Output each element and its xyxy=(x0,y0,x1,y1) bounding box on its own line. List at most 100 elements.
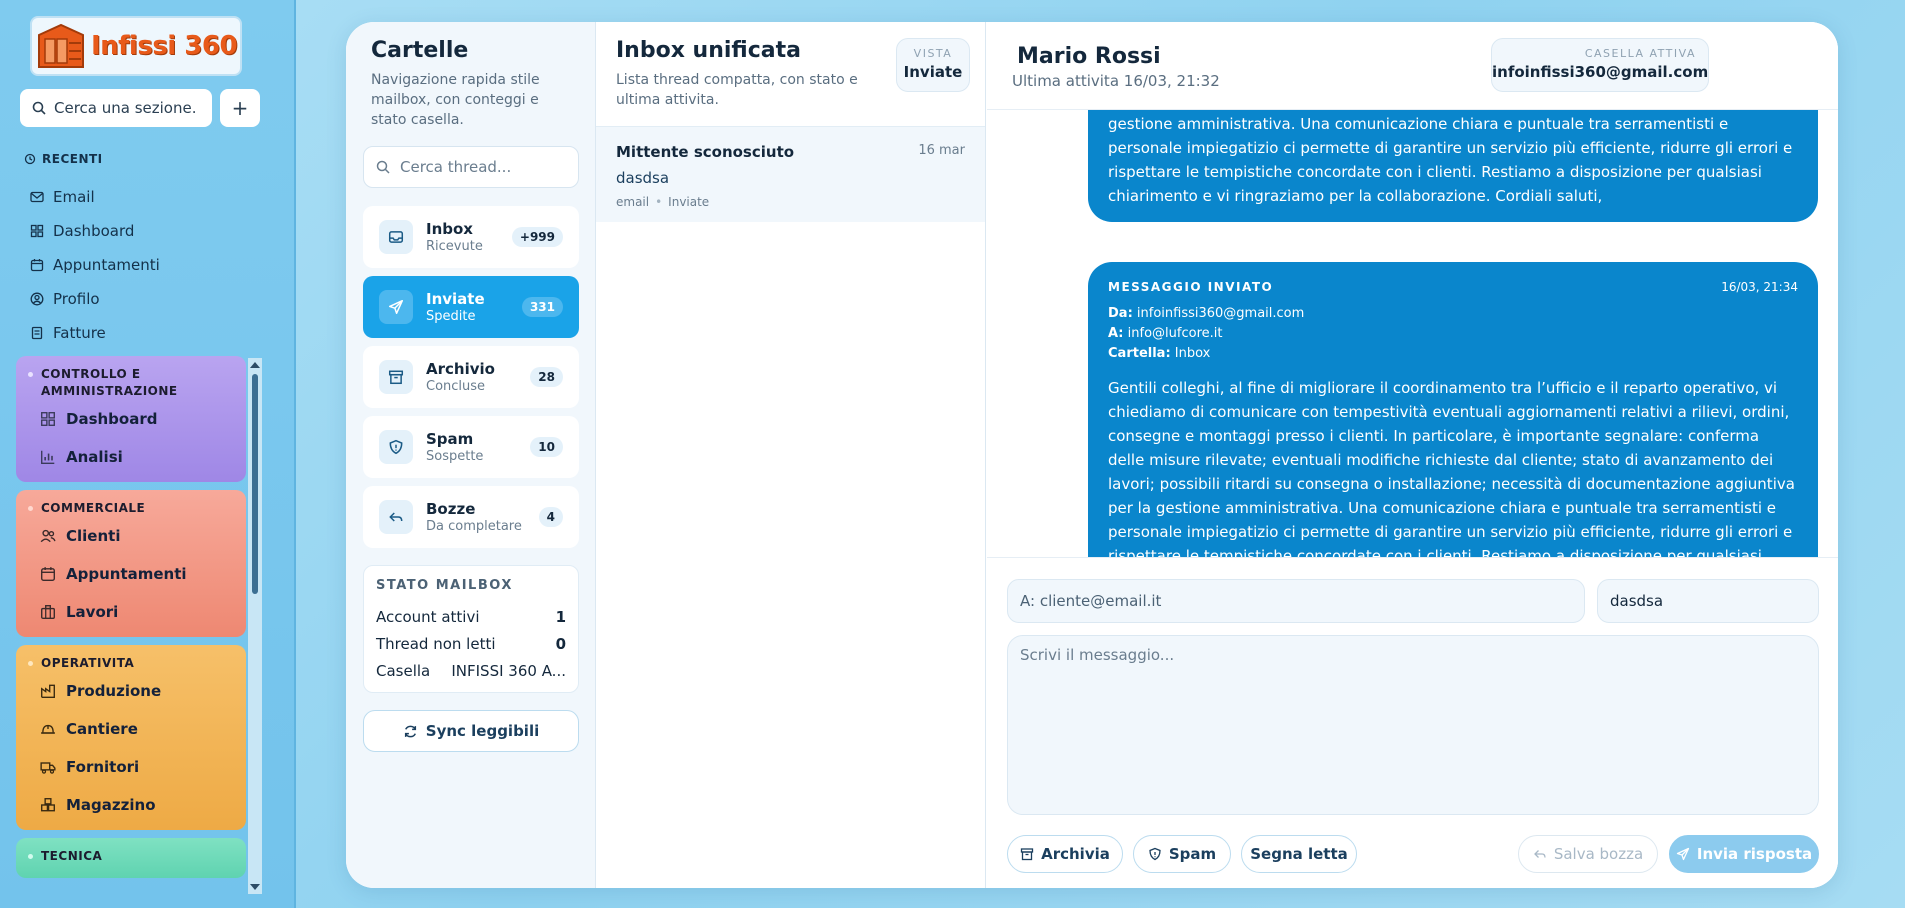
threads-panel: Inbox unificata Lista thread compatta, c… xyxy=(596,22,986,888)
scroll-up-arrow-icon[interactable] xyxy=(250,362,260,368)
recent-item-appuntamenti[interactable]: Appuntamenti xyxy=(30,248,160,282)
folder-icon-box xyxy=(379,430,413,464)
search-icon xyxy=(32,101,46,115)
subject-input[interactable]: dasdsa xyxy=(1597,579,1819,623)
folder-bozze[interactable]: Bozze Da completare 4 xyxy=(363,486,579,548)
folder-desc: Spedite xyxy=(426,309,476,324)
folder-inbox[interactable]: Inbox Ricevute +999 xyxy=(363,206,579,268)
scroll-down-arrow-icon[interactable] xyxy=(250,884,260,890)
dot-icon xyxy=(28,661,33,666)
recent-item-email[interactable]: Email xyxy=(30,180,160,214)
message-meta: Da: infoinfissi360@gmail.com A: info@luf… xyxy=(1108,306,1305,361)
folder-inviate[interactable]: Inviate Spedite 331 xyxy=(363,276,579,338)
window-frame-logo-icon xyxy=(35,21,87,71)
message-label: MESSAGGIO INVIATO xyxy=(1108,280,1274,294)
message-header: Mario Rossi Ultima attivita 16/03, 21:32… xyxy=(987,22,1838,110)
folders-panel: Cartelle Navigazione rapida stile mailbo… xyxy=(346,22,596,888)
folder-name: Archivio xyxy=(426,360,495,378)
sync-button[interactable]: Sync leggibili xyxy=(363,710,579,752)
folder-count-badge: 10 xyxy=(530,437,563,457)
user-circle-icon xyxy=(30,292,44,306)
folder-text: Inviate Spedite xyxy=(426,290,522,324)
folder-icon-box xyxy=(379,500,413,534)
view-selector[interactable]: VISTA Inviate xyxy=(896,38,970,92)
nav-group-controllo: CONTROLLO E AMMINISTRAZIONE Dashboard An… xyxy=(16,356,246,482)
folder-archivio[interactable]: Archivio Concluse 28 xyxy=(363,346,579,408)
nav-item-dashboard[interactable]: Dashboard xyxy=(28,400,234,438)
message-textarea[interactable]: Scrivi il messaggio... xyxy=(1007,635,1819,815)
nav-item-produzione[interactable]: Produzione xyxy=(28,672,234,710)
nav-groups: CONTROLLO E AMMINISTRAZIONE Dashboard An… xyxy=(16,356,246,896)
save-draft-button[interactable]: Salva bozza xyxy=(1518,835,1658,873)
message-thread-scroll[interactable]: gestione amministrativa. Una comunicazio… xyxy=(987,110,1838,557)
spam-button[interactable]: Spam xyxy=(1133,835,1231,873)
thread-search-input[interactable]: Cerca thread... xyxy=(363,146,579,188)
nav-item-analisi[interactable]: Analisi xyxy=(28,438,234,476)
status-row-accounts: Account attivi 1 xyxy=(376,607,566,626)
mark-read-button[interactable]: Segna letta xyxy=(1241,835,1357,873)
nav-group-title[interactable]: CONTROLLO E AMMINISTRAZIONE xyxy=(28,366,234,400)
recent-item-fatture[interactable]: Fatture xyxy=(30,316,160,350)
dot-icon xyxy=(28,506,33,511)
nav-group-title[interactable]: OPERATIVITA xyxy=(28,655,234,672)
recent-item-dashboard[interactable]: Dashboard xyxy=(30,214,160,248)
send-icon xyxy=(1676,847,1690,861)
folder-count-badge: 331 xyxy=(521,297,563,317)
archive-icon xyxy=(1020,848,1034,861)
send-reply-button[interactable]: Invia risposta xyxy=(1669,835,1819,873)
grid-icon xyxy=(30,224,44,238)
thread-item[interactable]: Mittente sconosciuto 16 mar dasdsa email… xyxy=(596,126,985,222)
mail-icon xyxy=(30,191,44,203)
message-time: 16/03, 21:34 xyxy=(1721,280,1798,294)
nav-item-appuntamenti[interactable]: Appuntamenti xyxy=(28,555,234,593)
boxes-icon xyxy=(41,798,55,812)
folder-text: Spam Sospette xyxy=(426,430,530,464)
section-search-placeholder: Cerca una sezione. xyxy=(54,99,197,117)
recent-heading: RECENTI xyxy=(24,152,103,166)
folder-desc: Concluse xyxy=(426,379,486,394)
compose-area: A: cliente@email.it dasdsa Scrivi il mes… xyxy=(987,557,1838,888)
nav-group-title[interactable]: TECNICA xyxy=(28,848,234,865)
thread-subject: dasdsa xyxy=(616,169,670,187)
inbox-icon xyxy=(388,231,404,243)
folder-spam[interactable]: Spam Sospette 10 xyxy=(363,416,579,478)
calendar-icon xyxy=(30,259,44,272)
add-section-button[interactable]: + xyxy=(220,89,260,127)
scroll-thumb[interactable] xyxy=(252,374,258,594)
active-mailbox[interactable]: CASELLA ATTIVA infoinfissi360@gmail.com xyxy=(1491,38,1709,92)
recipient-input[interactable]: A: cliente@email.it xyxy=(1007,579,1585,623)
logo-text: Infissi 360 xyxy=(90,31,238,61)
nav-item-lavori[interactable]: Lavori xyxy=(28,593,234,631)
folder-icon-box xyxy=(379,220,413,254)
folder-count-badge: 4 xyxy=(538,507,563,527)
folder-text: Archivio Concluse xyxy=(426,360,530,394)
sidebar: Infissi 360 Cerca una sezione. + RECENTI… xyxy=(0,0,296,908)
status-row-unread: Thread non letti 0 xyxy=(376,634,566,653)
nav-item-cantiere[interactable]: Cantiere xyxy=(28,710,234,748)
nav-item-clienti[interactable]: Clienti xyxy=(28,517,234,555)
thread-meta: email • Inviate xyxy=(616,195,710,209)
folders-title: Cartelle xyxy=(371,38,469,63)
nav-group-title[interactable]: COMMERCIALE xyxy=(28,500,234,517)
search-icon xyxy=(376,160,390,174)
nav-group-operativita: OPERATIVITA Produzione Cantiere Fornitor… xyxy=(16,645,246,830)
folder-name: Bozze xyxy=(426,500,476,518)
archive-button[interactable]: Archivia xyxy=(1007,835,1123,873)
message-body: Gentili colleghi, al fine di migliorare … xyxy=(1108,379,1795,557)
message-panel: Mario Rossi Ultima attivita 16/03, 21:32… xyxy=(987,22,1838,888)
recent-item-profilo[interactable]: Profilo xyxy=(30,282,160,316)
dot-icon xyxy=(28,854,33,859)
nav-item-magazzino[interactable]: Magazzino xyxy=(28,786,234,824)
nav-item-fornitori[interactable]: Fornitori xyxy=(28,748,234,786)
section-search-input[interactable]: Cerca una sezione. xyxy=(20,89,212,127)
briefcase-icon xyxy=(41,605,55,619)
sidebar-scrollbar[interactable] xyxy=(248,358,262,894)
app-logo[interactable]: Infissi 360 xyxy=(30,16,242,76)
shield-icon xyxy=(1149,847,1161,861)
folder-count-badge: 28 xyxy=(530,367,563,387)
nav-group-commerciale: COMMERCIALE Clienti Appuntamenti Lavori xyxy=(16,490,246,637)
factory-icon xyxy=(41,684,55,698)
status-row-mailbox: Casella INFISSI 360 A... xyxy=(376,661,566,680)
folder-icon-box xyxy=(379,290,413,324)
shield-icon xyxy=(389,439,403,455)
